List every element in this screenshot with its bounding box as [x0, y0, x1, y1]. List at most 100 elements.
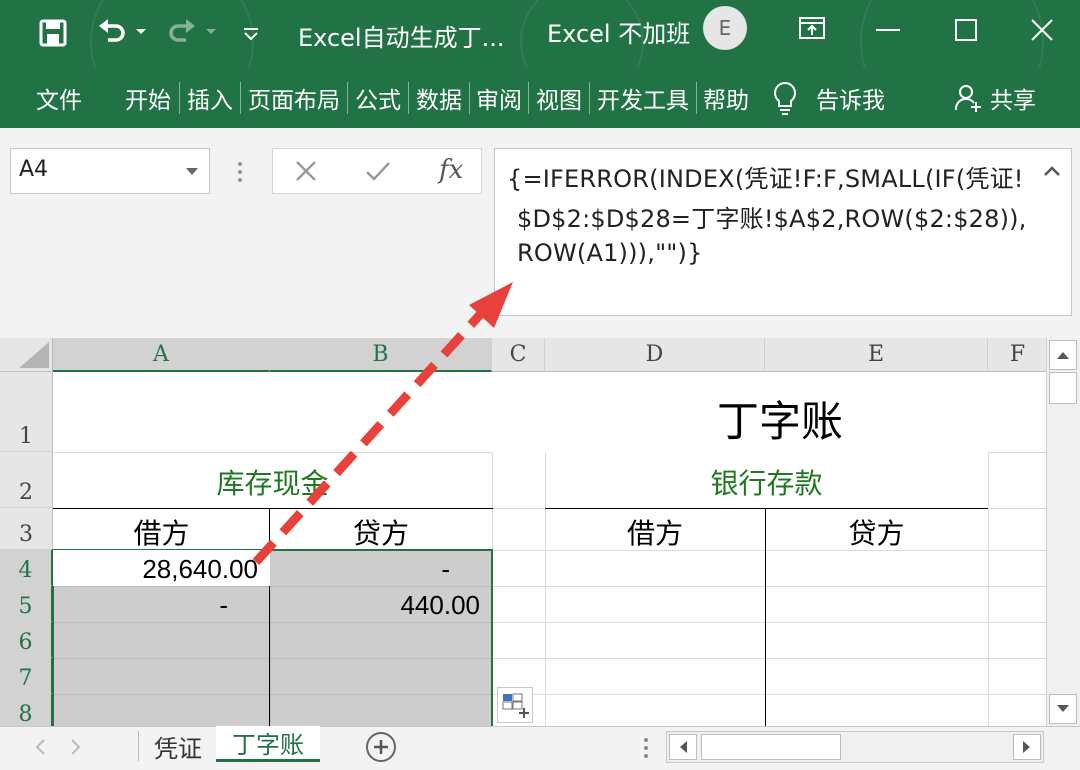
row-number: 7: [18, 666, 33, 691]
cell-a4-value: 28,640.00: [142, 554, 258, 584]
tab-review[interactable]: 审阅: [471, 80, 527, 116]
person-add-icon: [954, 85, 981, 112]
tab-scroll-left-icon[interactable]: [34, 739, 46, 755]
scroll-thumb[interactable]: [1049, 372, 1077, 404]
formula-line-1: {=IFERROR(INDEX(凭证!F:F,SMALL(IF(凭证!: [507, 165, 1024, 193]
worksheet-grid[interactable]: A B C D E F 1 2 3 4 5 6 7 8 丁字账 库存现金 银行存…: [0, 338, 1046, 726]
minimize-icon[interactable]: [868, 18, 908, 42]
tab-file[interactable]: 文件: [26, 80, 92, 116]
enter-check-icon[interactable]: [365, 160, 391, 182]
row-header-3[interactable]: 3: [0, 508, 53, 550]
vertical-scrollbar[interactable]: [1046, 338, 1080, 726]
tab-formulas[interactable]: 公式: [349, 80, 407, 116]
gridline: [492, 658, 1046, 659]
tab-divider: [138, 731, 139, 761]
bank-credit-header: 贷方: [848, 517, 905, 550]
row-header-5[interactable]: 5: [0, 586, 53, 622]
close-icon[interactable]: [1022, 14, 1062, 46]
horizontal-scrollbar[interactable]: [666, 731, 1044, 763]
app-title: Excel 不加班: [547, 20, 691, 48]
row-header-4[interactable]: 4: [0, 550, 53, 586]
splitter-handle-icon[interactable]: [236, 160, 244, 184]
cancel-icon[interactable]: [295, 160, 317, 182]
formula-line-2: $D$2:$D$28=丁字账!$A$2,ROW($2:$28)),: [517, 205, 1027, 233]
scroll-right-button[interactable]: [1013, 734, 1041, 760]
formula-input[interactable]: {=IFERROR(INDEX(凭证!F:F,SMALL(IF(凭证! $D$2…: [494, 148, 1072, 316]
row-number: 4: [18, 558, 33, 583]
horizontal-scroll-thumb[interactable]: [701, 734, 841, 760]
insert-function-button[interactable]: fx: [439, 155, 463, 185]
scroll-up-button[interactable]: [1049, 340, 1077, 370]
column-header-a[interactable]: A: [53, 338, 270, 372]
row-header-8[interactable]: 8: [0, 694, 53, 726]
formula-tools: fx: [272, 148, 482, 194]
tell-me-label: 告诉我: [816, 88, 885, 114]
column-header-e[interactable]: E: [765, 338, 988, 372]
document-title: Excel自动生成丁...: [298, 24, 505, 52]
customize-quick-access-icon[interactable]: [240, 22, 262, 46]
avatar-letter: E: [718, 16, 732, 40]
tell-me-box[interactable]: 告诉我: [772, 78, 885, 118]
collapse-formula-bar-icon[interactable]: [1043, 165, 1061, 177]
select-all-corner[interactable]: [0, 338, 53, 372]
cash-debit-header: 借方: [133, 517, 190, 550]
formula-line-3: ROW(A1))),"")}: [517, 239, 703, 267]
tab-insert[interactable]: 插入: [181, 80, 239, 116]
gridline: [492, 622, 1046, 623]
cell-a5-value: -: [219, 590, 228, 620]
name-box[interactable]: A4: [10, 148, 210, 194]
tab-separator: [696, 82, 697, 114]
sheet-tab-voucher[interactable]: 凭证: [140, 727, 216, 765]
column-header-c[interactable]: C: [492, 338, 545, 372]
tab-home[interactable]: 开始: [118, 80, 178, 116]
gridline: [492, 508, 545, 509]
arrow-right-icon: [1023, 741, 1030, 753]
scroll-down-button[interactable]: [1049, 694, 1077, 724]
title-bar: Excel自动生成丁... Excel 不加班 E: [0, 0, 1080, 134]
cell-b5-value: 440.00: [400, 590, 480, 620]
tab-help[interactable]: 帮助: [698, 80, 754, 116]
sheet-tab-t-account[interactable]: 丁字账: [216, 726, 320, 762]
splitter-handle-icon[interactable]: [642, 737, 650, 759]
tab-scroll-right-icon[interactable]: [70, 739, 82, 755]
column-header-f[interactable]: F: [988, 338, 1046, 372]
share-label: 共享: [990, 88, 1036, 114]
tab-page-layout[interactable]: 页面布局: [242, 80, 346, 116]
redo-dropdown-icon: [204, 24, 218, 40]
gridline: [988, 452, 1046, 453]
tab-view[interactable]: 视图: [530, 80, 588, 116]
sheet-tab-bar: 凭证 丁字账: [0, 726, 1080, 770]
tab-separator: [469, 82, 470, 114]
tab-data[interactable]: 数据: [410, 80, 468, 116]
column-header-d[interactable]: D: [545, 338, 765, 372]
row-header-6[interactable]: 6: [0, 622, 53, 658]
user-avatar[interactable]: E: [703, 6, 747, 50]
tab-separator: [589, 82, 590, 114]
cash-account-header: 库存现金: [216, 467, 329, 500]
row-number: 6: [18, 630, 33, 655]
tab-separator: [240, 82, 241, 114]
tab-developer[interactable]: 开发工具: [591, 80, 695, 116]
undo-dropdown-icon[interactable]: [134, 24, 148, 40]
row-header-2[interactable]: 2: [0, 452, 53, 508]
gridline: [988, 508, 1046, 509]
ribbon-tabs: 文件 开始 插入 页面布局 公式 数据 审阅 视图 开发工具 帮助 告诉我 共享: [0, 68, 1080, 128]
gridline: [492, 586, 1046, 587]
quick-analysis-button[interactable]: [497, 687, 533, 723]
ribbon-display-options-icon[interactable]: [794, 12, 830, 44]
formula-bar-area: A4 fx {=IFERROR(INDEX(凭证!F:F,SMALL(IF(凭证…: [0, 128, 1080, 338]
row-header-7[interactable]: 7: [0, 658, 53, 694]
maximize-icon[interactable]: [946, 14, 986, 46]
undo-icon[interactable]: [94, 14, 130, 50]
name-box-value: A4: [19, 157, 49, 182]
column-header-b[interactable]: B: [270, 338, 492, 372]
chevron-down-icon[interactable]: [185, 167, 199, 177]
new-sheet-button[interactable]: [366, 732, 396, 762]
tab-separator: [528, 82, 529, 114]
gridline: [53, 452, 493, 453]
save-icon[interactable]: [36, 16, 70, 50]
tab-separator: [179, 82, 180, 114]
row-number: 8: [18, 702, 33, 726]
scroll-left-button[interactable]: [669, 734, 697, 760]
share-button[interactable]: 共享: [954, 78, 1036, 118]
